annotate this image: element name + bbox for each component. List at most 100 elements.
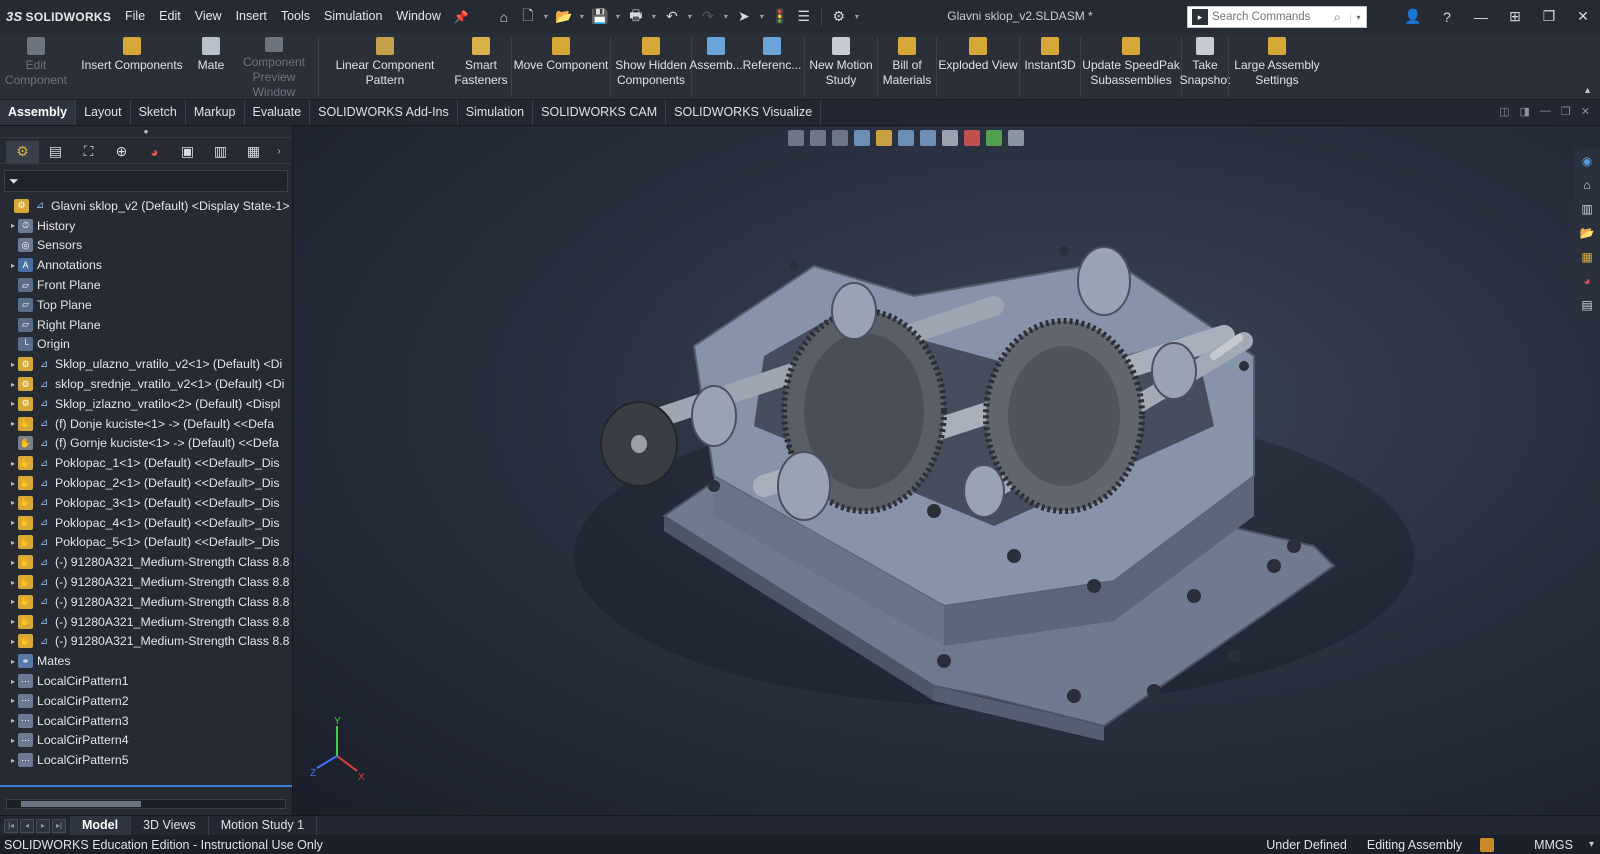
- tree-item[interactable]: ▸ ✋ ⊿ (-) 91280A321_Medium-Strength Class 8…: [0, 552, 292, 572]
- expand-arrow-icon[interactable]: ▸: [8, 380, 18, 389]
- view-palette-icon[interactable]: ▦: [1578, 248, 1596, 266]
- gearbox-model[interactable]: [294, 126, 1600, 815]
- tree-item[interactable]: ▸ ✋ ⊿ Poklopac_4<1> (Default) <<Default>_Di…: [0, 513, 292, 533]
- take-snapshot-button[interactable]: Take Snapshot: [1180, 33, 1230, 100]
- tree-item[interactable]: ▸ ✋ ⊿ Poklopac_5<1> (Default) <<Default>_Di…: [0, 533, 292, 553]
- file-explorer-icon[interactable]: 📂: [1578, 224, 1596, 242]
- home-icon[interactable]: ⌂: [493, 6, 515, 28]
- tree-item[interactable]: ⚙ ⊿ Glavni sklop_v2 (Default) <Display Sta…: [0, 196, 292, 216]
- panel-grip-handle[interactable]: ●: [0, 126, 292, 138]
- graphics-viewport[interactable]: ◉ ⌂ ▥ 📂 ▦ ◕ ▤ Y X Z: [294, 126, 1600, 815]
- expand-arrow-icon[interactable]: ▸: [8, 756, 18, 765]
- tab-evaluate[interactable]: Evaluate: [245, 100, 311, 125]
- close-icon[interactable]: ✕: [1566, 8, 1600, 25]
- configuration-manager-tab-icon[interactable]: ⛶: [72, 141, 105, 163]
- tree-item[interactable]: ▸ ⚙ ⊿ sklop_srednje_vratilo_v2<1> (Default)…: [0, 374, 292, 394]
- exploded-view-button[interactable]: Exploded View: [937, 33, 1019, 100]
- next-tab-icon[interactable]: ▸: [36, 818, 50, 833]
- tile-windows-icon[interactable]: ⊞: [1498, 8, 1532, 25]
- rebuild-icon[interactable]: 🚦: [769, 6, 791, 28]
- expand-arrow-icon[interactable]: ▸: [8, 261, 18, 270]
- tree-item[interactable]: ▸ ⋯ LocalCirPattern2: [0, 691, 292, 711]
- new-motion-study-button[interactable]: New Motion Study: [805, 33, 877, 100]
- open-folder-icon[interactable]: 📂: [553, 6, 575, 28]
- save-icon[interactable]: 💾: [589, 6, 611, 28]
- redo-dropdown-icon[interactable]: ▾: [721, 12, 731, 21]
- user-account-icon[interactable]: 👤: [1396, 8, 1430, 25]
- bottom-tab-3d-views[interactable]: 3D Views: [131, 816, 209, 835]
- tab-solidworks-visualize[interactable]: SOLIDWORKS Visualize: [666, 100, 822, 125]
- update-speedpak-subassemblies-button[interactable]: Update SpeedPak Subassemblies: [1081, 33, 1181, 100]
- tab-sketch[interactable]: Sketch: [131, 100, 186, 125]
- first-tab-icon[interactable]: |◂: [4, 818, 18, 833]
- expand-arrow-icon[interactable]: ▸: [8, 479, 18, 488]
- tree-item[interactable]: ▸ ⋯ LocalCirPattern3: [0, 711, 292, 731]
- more-tabs-chevron-icon[interactable]: ›: [270, 146, 288, 157]
- tab-assembly[interactable]: Assembly: [0, 100, 77, 125]
- minimize-icon[interactable]: —: [1464, 9, 1498, 25]
- tree-item[interactable]: ◎ Sensors: [0, 236, 292, 256]
- collapse-ribbon-icon[interactable]: ▲: [1583, 85, 1592, 95]
- undo-icon[interactable]: ↶: [661, 6, 683, 28]
- dimxpert-tab-icon[interactable]: ⊕: [105, 141, 138, 163]
- tree-item[interactable]: ▸ ✋ ⊿ (-) 91280A321_Medium-Strength Class 8…: [0, 632, 292, 652]
- bottom-tab-motion-study-1[interactable]: Motion Study 1: [209, 816, 318, 835]
- tree-item[interactable]: ▸ A Annotations: [0, 255, 292, 275]
- options-gear-icon[interactable]: ⚙: [828, 6, 850, 28]
- expand-arrow-icon[interactable]: ▸: [8, 736, 18, 745]
- expand-arrow-icon[interactable]: ▸: [8, 538, 18, 547]
- expand-arrow-icon[interactable]: ▸: [8, 459, 18, 468]
- custom-properties-icon[interactable]: ▤: [1578, 296, 1596, 314]
- menu-insert[interactable]: Insert: [229, 0, 274, 33]
- smart-fasteners-button[interactable]: Smart Fasteners: [451, 33, 511, 100]
- filter-funnel-icon[interactable]: ⏷: [9, 174, 19, 189]
- new-dropdown-icon[interactable]: ▾: [541, 12, 551, 21]
- display-manager-tab-icon[interactable]: ◕: [138, 141, 171, 163]
- tree-item[interactable]: ▸ ✋ ⊿ (-) 91280A321_Medium-Strength Class 8…: [0, 572, 292, 592]
- expand-arrow-icon[interactable]: ▸: [8, 597, 18, 606]
- tree-item[interactable]: ✋ ⊿ (f) Gornje kuciste<1> -> (Default) <<D…: [0, 434, 292, 454]
- restore-icon[interactable]: ❐: [1532, 8, 1566, 25]
- tree-item[interactable]: ▸ ✋ ⊿ Poklopac_1<1> (Default) <<Default>_Di…: [0, 453, 292, 473]
- expand-arrow-icon[interactable]: ▸: [8, 657, 18, 666]
- search-commands-box[interactable]: ▸ ⌕ ▾: [1187, 6, 1367, 28]
- appearances-icon[interactable]: ◕: [1578, 272, 1596, 290]
- tree-item[interactable]: ▸ ⏱ History: [0, 216, 292, 236]
- options-dropdown-icon[interactable]: ▾: [852, 12, 862, 21]
- tree-item[interactable]: ▸ ✋ ⊿ (-) 91280A321_Medium-Strength Class 8…: [0, 612, 292, 632]
- expand-arrow-icon[interactable]: ▸: [8, 696, 18, 705]
- tree-item[interactable]: ▸ ⚙ ⊿ Sklop_ulazno_vratilo_v2<1> (Default) …: [0, 354, 292, 374]
- app-logo[interactable]: 3S SOLIDWORKS: [0, 0, 118, 33]
- undo-dropdown-icon[interactable]: ▾: [685, 12, 695, 21]
- tree-item[interactable]: ▸ ✋ ⊿ Poklopac_2<1> (Default) <<Default>_Di…: [0, 473, 292, 493]
- tree-item[interactable]: ▸ ✋ ⊿ Poklopac_3<1> (Default) <<Default>_Di…: [0, 493, 292, 513]
- property-manager-tab-icon[interactable]: ▤: [39, 141, 72, 163]
- move-component-button[interactable]: Move Component: [512, 33, 610, 100]
- doc-restore-icon[interactable]: ❐: [1561, 105, 1571, 118]
- file-properties-icon[interactable]: ☰: [793, 6, 815, 28]
- linear-component-pattern-button[interactable]: Linear Component Pattern: [319, 33, 451, 100]
- menu-simulation[interactable]: Simulation: [317, 0, 389, 33]
- tree-item[interactable]: ▱ Front Plane: [0, 275, 292, 295]
- search-input[interactable]: [1212, 8, 1334, 26]
- tree-horizontal-scrollbar[interactable]: [6, 799, 286, 809]
- rebuild-status-icon[interactable]: [1480, 837, 1495, 852]
- cam-feature-tab-icon[interactable]: ▣: [171, 141, 204, 163]
- select-dropdown-icon[interactable]: ▾: [757, 12, 767, 21]
- insert-components-button[interactable]: Insert Components: [72, 33, 192, 100]
- expand-arrow-icon[interactable]: ▸: [8, 637, 18, 646]
- open-dropdown-icon[interactable]: ▾: [577, 12, 587, 21]
- mate-button[interactable]: Mate: [192, 33, 230, 100]
- dock-left-icon[interactable]: ◫: [1499, 105, 1509, 118]
- doc-close-icon[interactable]: ✕: [1581, 105, 1590, 118]
- referenc-button[interactable]: Referenc...: [740, 33, 804, 100]
- design-library-icon[interactable]: ▥: [1578, 200, 1596, 218]
- new-document-icon[interactable]: 🗋: [517, 6, 539, 28]
- cam-tool-tab-icon[interactable]: ▦: [237, 141, 270, 163]
- menu-edit[interactable]: Edit: [152, 0, 188, 33]
- expand-arrow-icon[interactable]: ▸: [8, 399, 18, 408]
- expand-arrow-icon[interactable]: ▸: [8, 498, 18, 507]
- home-icon[interactable]: ⌂: [1578, 176, 1596, 194]
- redo-icon[interactable]: ↷: [697, 6, 719, 28]
- units-dropdown-icon[interactable]: ▾: [1589, 839, 1600, 850]
